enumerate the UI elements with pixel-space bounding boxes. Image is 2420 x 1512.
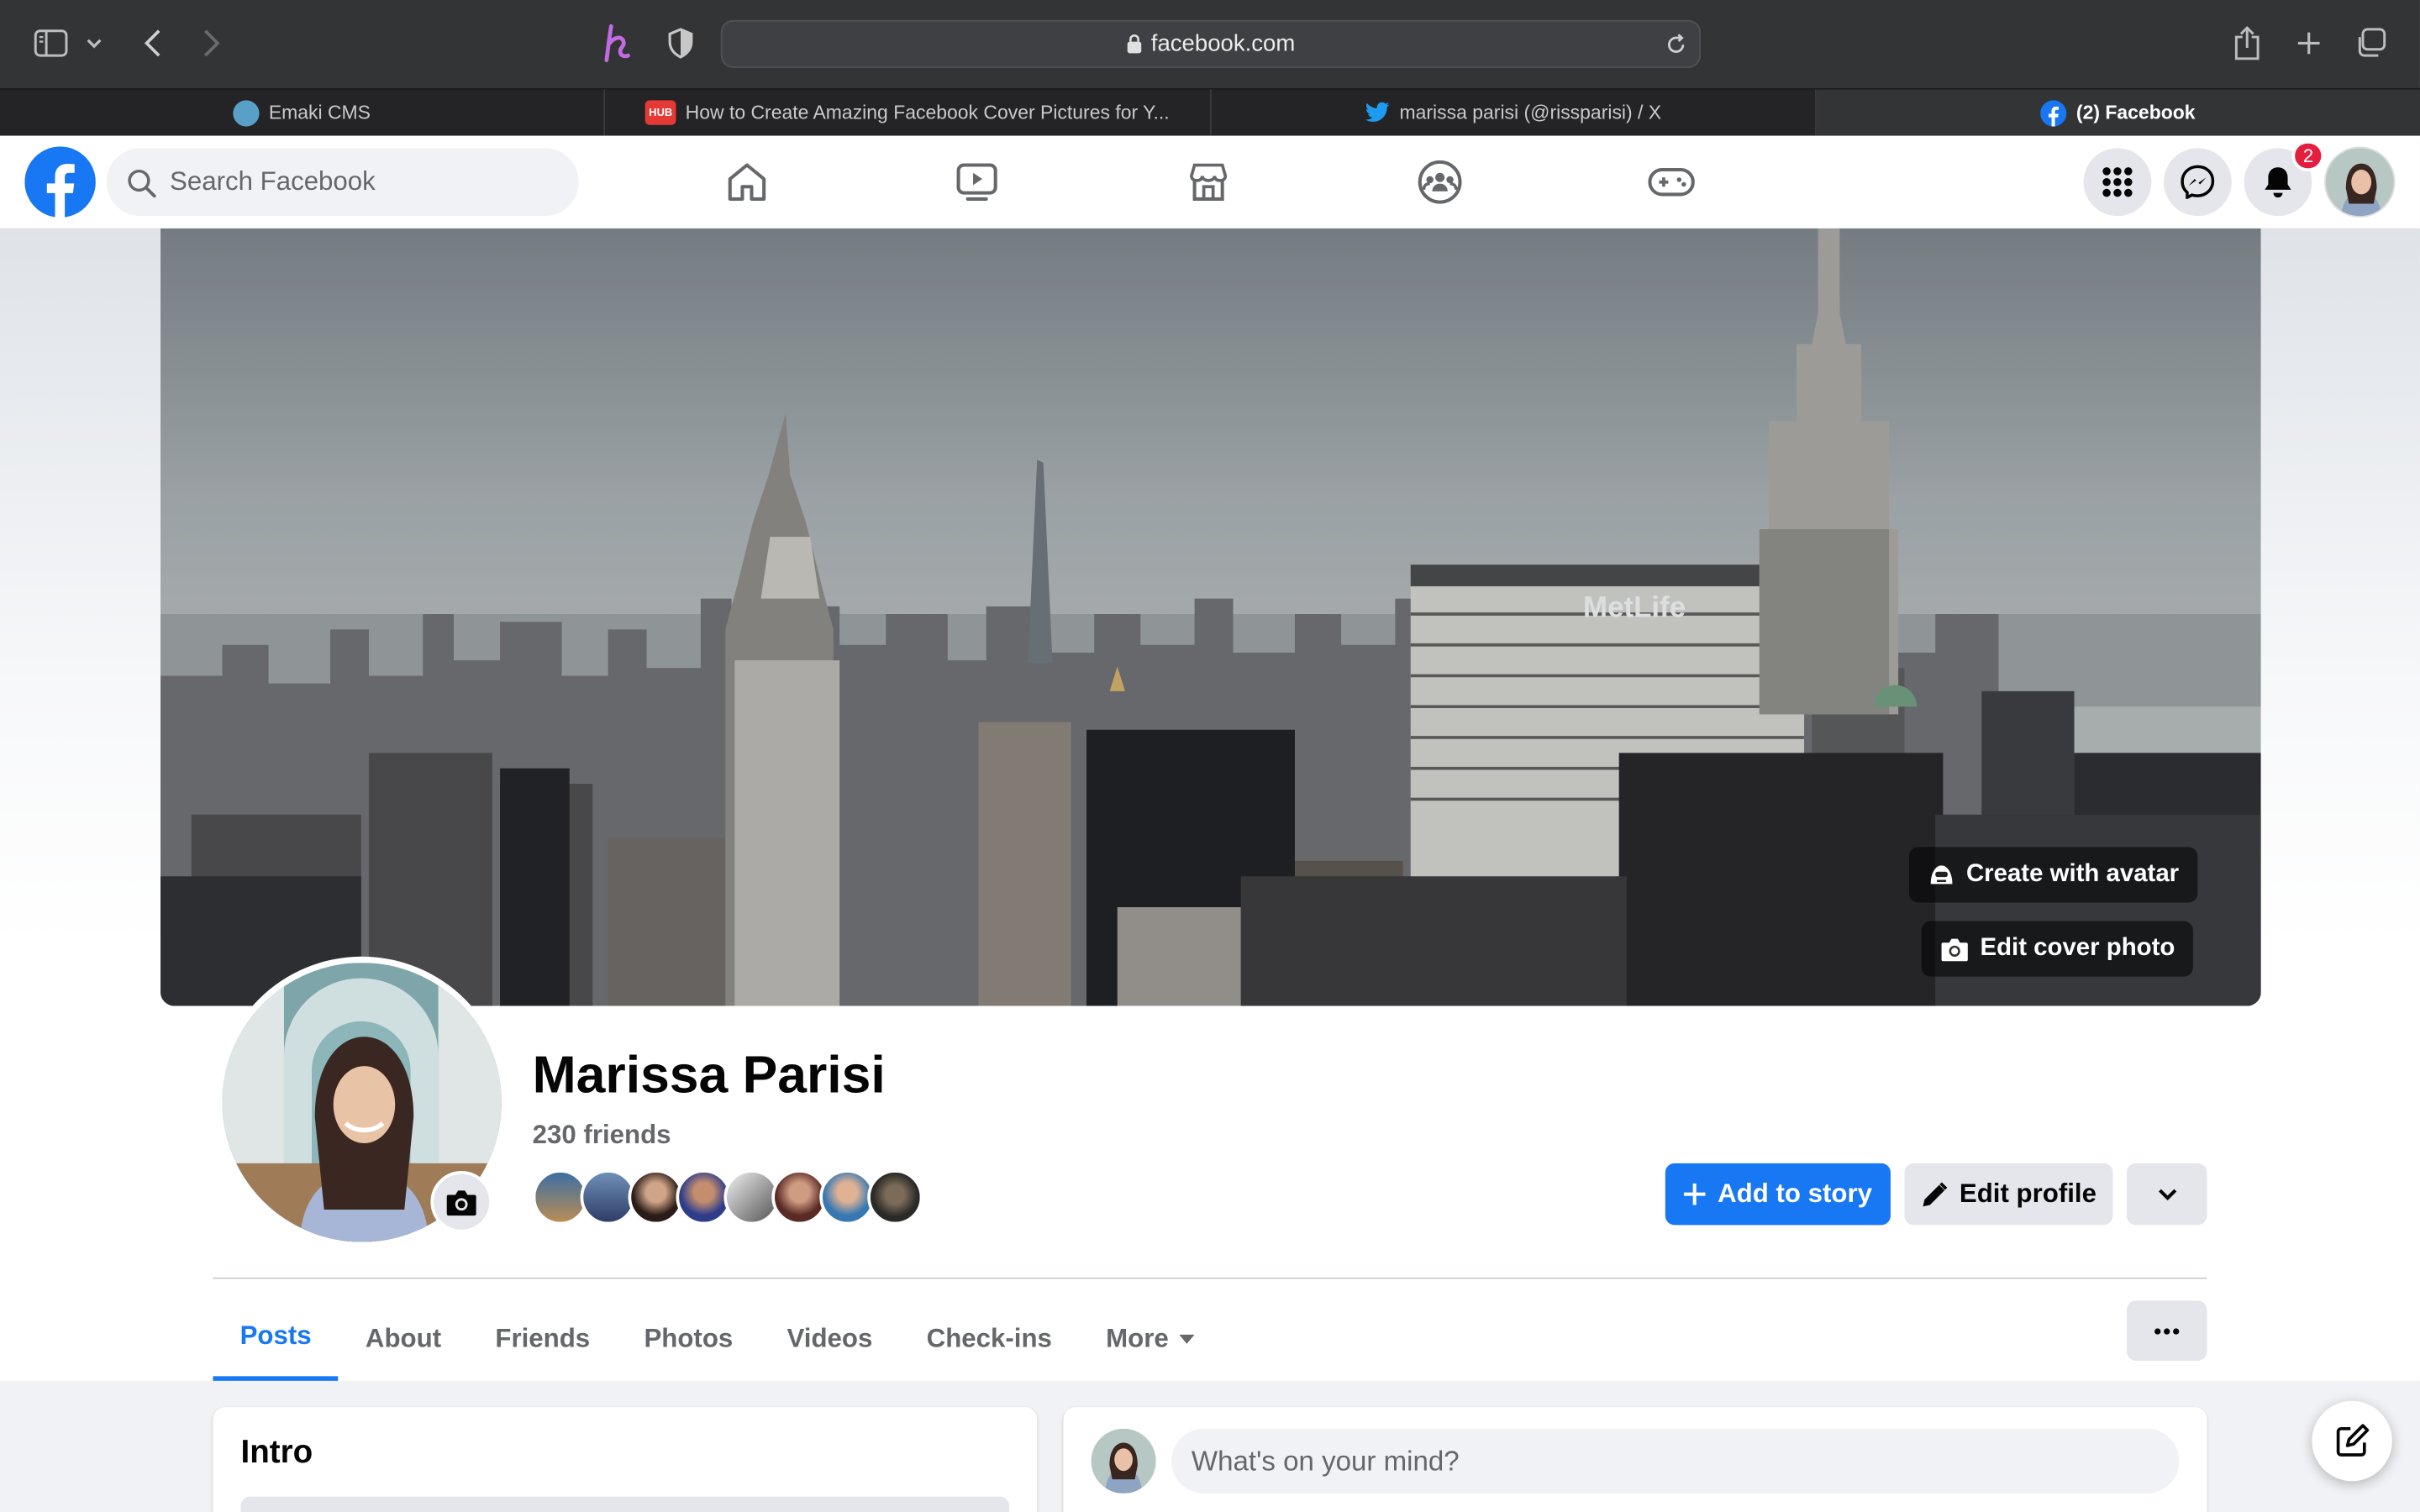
add-to-story-label: Add to story — [1718, 1179, 1873, 1209]
caret-down-icon — [1179, 1333, 1196, 1343]
edit-cover-photo-label: Edit cover photo — [1980, 935, 2175, 962]
more-options-button[interactable] — [2126, 1300, 2207, 1361]
tab-friends[interactable]: Friends — [468, 1296, 617, 1381]
tab-label: Posts — [239, 1320, 312, 1351]
friends-count[interactable]: 230 friends — [533, 1120, 671, 1151]
address-bar[interactable]: facebook.com — [720, 19, 1702, 68]
browser-tab[interactable]: Emaki CMS — [0, 89, 606, 136]
lock-icon — [1127, 34, 1141, 54]
edit-profile-label: Edit profile — [1959, 1179, 2096, 1209]
new-tab-icon[interactable] — [2287, 22, 2330, 65]
privacy-shield-icon[interactable] — [659, 22, 702, 65]
ellipsis-icon — [2154, 1327, 2180, 1334]
cover-photo[interactable]: MetLife Create with avatar Edit cover ph… — [160, 228, 2261, 1006]
browser-tab-active[interactable]: (2) Facebook — [1816, 89, 2420, 136]
new-message-button[interactable] — [2312, 1400, 2392, 1482]
intro-card: Intro — [213, 1407, 1038, 1512]
camera-icon — [1941, 937, 1968, 961]
tab-posts[interactable]: Posts — [213, 1296, 339, 1381]
search-icon — [128, 169, 156, 197]
hub-favicon-icon: HUB — [644, 100, 676, 125]
facebook-header: 2 — [0, 135, 2420, 228]
intro-action-button[interactable] — [240, 1496, 1010, 1512]
browser-tab[interactable]: marissa parisi (@rissparisi) / X — [1211, 89, 1817, 136]
tab-title: Emaki CMS — [268, 102, 371, 123]
share-icon[interactable] — [2226, 22, 2269, 65]
bell-icon — [2265, 167, 2291, 198]
forward-icon[interactable] — [190, 22, 233, 65]
tab-label: Photos — [644, 1322, 734, 1352]
honey-extension-icon[interactable] — [597, 22, 640, 65]
tab-videos[interactable]: Videos — [760, 1296, 899, 1381]
notifications-button[interactable]: 2 — [2244, 140, 2325, 217]
avatar-icon — [1930, 865, 1953, 885]
friend-avatar[interactable] — [867, 1169, 923, 1226]
menu-grid-icon[interactable] — [2083, 148, 2152, 217]
tab-title: (2) Facebook — [2075, 102, 2196, 123]
edit-cover-photo-button[interactable]: Edit cover photo — [1921, 921, 2194, 977]
browser-toolbar: facebook.com — [0, 0, 2420, 88]
home-icon[interactable] — [701, 148, 793, 216]
create-with-avatar-label: Create with avatar — [1965, 860, 2180, 888]
search-input[interactable] — [170, 166, 540, 198]
tab-label: More — [1106, 1322, 1169, 1352]
edit-profile-button[interactable]: Edit profile — [1904, 1163, 2113, 1226]
chevron-down-icon[interactable] — [77, 22, 111, 65]
sidebar-toggle-icon[interactable] — [29, 22, 72, 65]
tab-label: Check-ins — [926, 1322, 1052, 1352]
reload-icon[interactable] — [1665, 34, 1687, 55]
composer-card: What's on your mind? — [1063, 1407, 2207, 1512]
tab-overview-icon[interactable] — [2349, 22, 2391, 65]
notification-badge: 2 — [2292, 140, 2325, 171]
search-bar[interactable] — [106, 148, 579, 217]
tab-more[interactable]: More — [1079, 1296, 1222, 1381]
intro-title: Intro — [240, 1435, 313, 1471]
compose-icon — [2336, 1424, 2370, 1457]
tab-label: Videos — [786, 1322, 873, 1352]
tab-title: marissa parisi (@rissparisi) / X — [1399, 102, 1662, 123]
camera-icon — [446, 1189, 476, 1215]
friend-avatars — [532, 1169, 923, 1226]
account-avatar[interactable] — [2324, 146, 2396, 218]
twitter-favicon-icon — [1365, 102, 1390, 123]
plus-icon — [1683, 1183, 1706, 1205]
browser-tab[interactable]: HUB How to Create Amazing Facebook Cover… — [605, 89, 1211, 136]
create-with-avatar-button[interactable]: Create with avatar — [1908, 847, 2198, 903]
profile-name: Marissa Parisi — [532, 1046, 886, 1105]
composer-avatar[interactable] — [1091, 1428, 1156, 1494]
tab-label: About — [365, 1322, 442, 1352]
facebook-logo-icon[interactable] — [24, 146, 96, 218]
chevron-down-icon — [2158, 1189, 2176, 1200]
profile-tabs: Posts About Friends Photos Videos Check-… — [213, 1296, 1222, 1381]
groups-icon[interactable] — [1394, 148, 1486, 216]
marketplace-icon[interactable] — [1162, 148, 1255, 216]
tab-check-ins[interactable]: Check-ins — [900, 1296, 1080, 1381]
url-text: facebook.com — [1150, 30, 1296, 57]
tab-about[interactable]: About — [339, 1296, 468, 1381]
emaki-favicon-icon — [233, 99, 260, 126]
tab-photos[interactable]: Photos — [617, 1296, 760, 1381]
watch-icon[interactable] — [931, 148, 1023, 216]
gaming-icon[interactable] — [1625, 148, 1718, 216]
update-profile-picture-button[interactable] — [430, 1171, 492, 1233]
profile-options-dropdown[interactable] — [2126, 1163, 2207, 1226]
back-icon[interactable] — [131, 22, 174, 65]
tab-label: Friends — [495, 1322, 591, 1352]
profile-divider — [213, 1277, 2207, 1279]
tab-strip: Emaki CMS HUB How to Create Amazing Face… — [0, 87, 2420, 136]
add-to-story-button[interactable]: Add to story — [1665, 1163, 1891, 1226]
facebook-favicon-icon — [2040, 99, 2067, 126]
messenger-icon[interactable] — [2164, 148, 2232, 217]
pencil-icon — [1922, 1181, 1947, 1206]
composer-input[interactable]: What's on your mind? — [1171, 1428, 2180, 1494]
tab-title: How to Create Amazing Facebook Cover Pic… — [685, 102, 1170, 123]
